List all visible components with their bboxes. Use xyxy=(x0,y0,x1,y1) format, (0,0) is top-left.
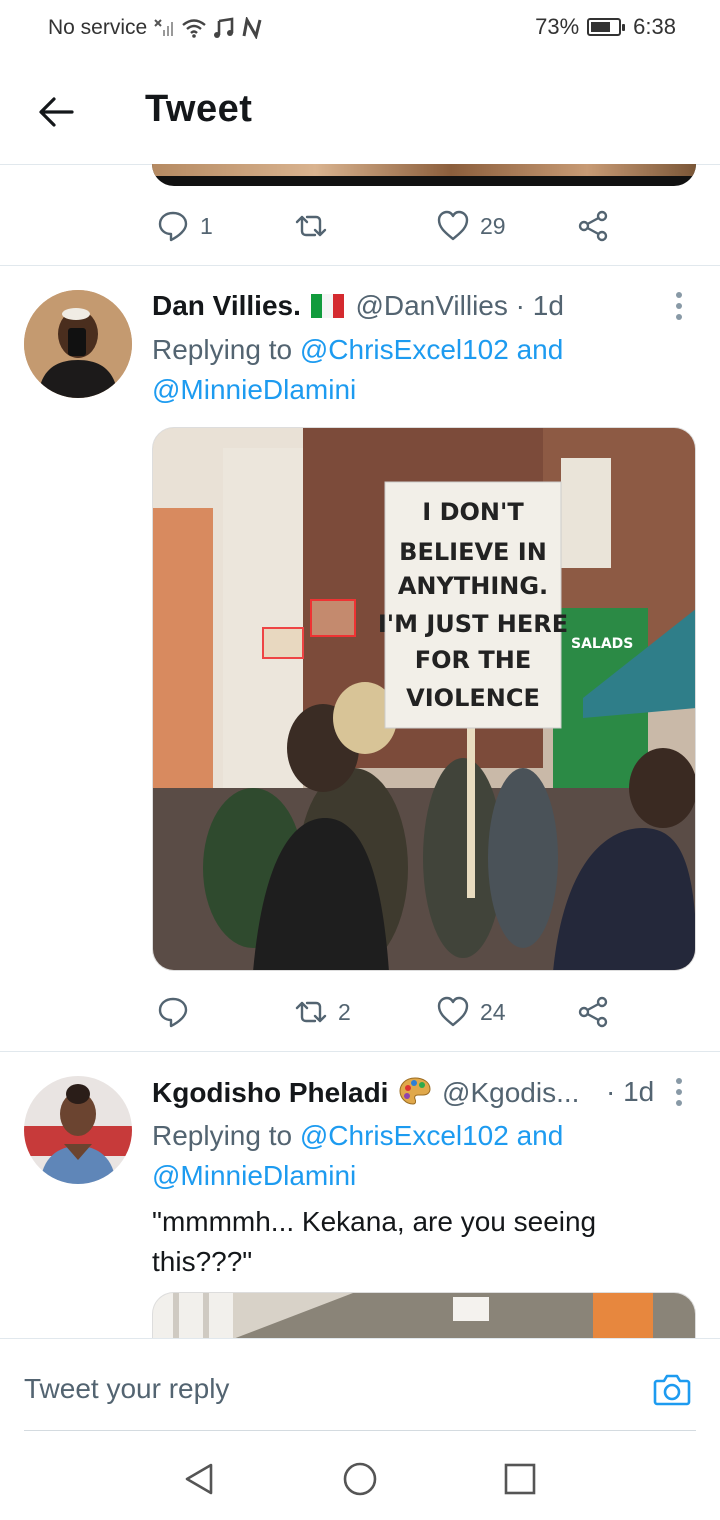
retweet-count: 2 xyxy=(338,998,351,1025)
storefront-text: SALADS xyxy=(571,636,633,652)
sign-line: FOR THE xyxy=(415,646,531,674)
retweet-button[interactable]: 2 xyxy=(294,992,351,1032)
more-options-icon[interactable] xyxy=(676,292,684,325)
replying-to-label: Replying to xyxy=(152,1120,293,1151)
previous-tweet-actions: 1 29 xyxy=(152,206,622,246)
avatar[interactable] xyxy=(24,290,132,398)
reply-button[interactable]: 1 xyxy=(156,206,213,246)
artist-palette-icon xyxy=(398,1076,432,1113)
and-label: and xyxy=(516,1120,564,1151)
avatar-photo xyxy=(24,1076,132,1184)
page-title: Tweet xyxy=(145,88,253,130)
like-count: 24 xyxy=(480,998,506,1025)
system-nav-bar xyxy=(0,1432,720,1520)
display-name[interactable]: Dan Villies. xyxy=(152,290,301,321)
replying-to: Replying to @ChrisExcel102 and @MinnieDl… xyxy=(152,1116,672,1196)
more-options-icon[interactable] xyxy=(676,1078,684,1111)
tweet-photo xyxy=(153,1293,695,1338)
mention-link[interactable]: @ChrisExcel102 xyxy=(300,334,509,365)
timestamp: · 1d xyxy=(606,1076,655,1107)
mention-link[interactable]: @ChrisExcel102 xyxy=(300,1120,509,1151)
share-button[interactable] xyxy=(576,992,610,1032)
and-label: and xyxy=(516,334,564,365)
like-button[interactable]: 24 xyxy=(436,992,506,1032)
protest-photo: I DON'T BELIEVE IN ANYTHING. I'M JUST HE… xyxy=(153,428,695,970)
mention-link[interactable]: @MinnieDlamini xyxy=(152,1160,356,1191)
tweet-image[interactable]: I DON'T BELIEVE IN ANYTHING. I'M JUST HE… xyxy=(152,427,696,971)
username[interactable]: @Kgodis... xyxy=(442,1077,579,1108)
italy-flag-icon xyxy=(310,293,344,325)
status-bar: No service 73% 6:38 xyxy=(0,0,720,56)
sign-line: ANYTHING. xyxy=(398,572,548,600)
home-nav-icon[interactable] xyxy=(343,1462,377,1496)
tweet-header: Dan Villies. @DanVillies · 1d xyxy=(152,290,564,325)
back-nav-icon[interactable] xyxy=(183,1462,217,1496)
share-button[interactable] xyxy=(576,206,610,246)
sign-line: BELIEVE IN xyxy=(399,538,547,566)
replying-to: Replying to @ChrisExcel102 and @MinnieDl… xyxy=(152,330,672,410)
nfc-icon xyxy=(242,17,262,39)
clock: 6:38 xyxy=(633,14,676,39)
tweet-actions: 2 24 xyxy=(152,992,622,1032)
avatar[interactable] xyxy=(24,1076,132,1184)
battery-percent: 73% xyxy=(535,14,580,39)
display-name[interactable]: Kgodisho Pheladi xyxy=(152,1077,388,1108)
tweet-image[interactable] xyxy=(152,1292,696,1338)
reply-input[interactable]: Tweet your reply xyxy=(24,1373,229,1405)
retweet-icon xyxy=(295,1001,327,1023)
username[interactable]: @DanVillies xyxy=(355,290,507,321)
timestamp: · 1d xyxy=(515,290,564,321)
replying-to-label: Replying to xyxy=(152,334,293,365)
reply-button[interactable] xyxy=(156,992,200,1032)
wifi-icon xyxy=(182,19,206,38)
sign-line: I DON'T xyxy=(422,498,524,526)
heart-icon xyxy=(437,996,469,1027)
avatar-photo xyxy=(24,290,132,398)
reply-icon xyxy=(158,997,188,1028)
camera-icon[interactable] xyxy=(652,1369,692,1409)
back-arrow-icon[interactable] xyxy=(36,92,76,132)
like-count: 29 xyxy=(480,212,506,239)
reply-count: 1 xyxy=(200,212,213,239)
heart-icon xyxy=(437,210,469,241)
divider xyxy=(0,1051,720,1052)
sign-line: VIOLENCE xyxy=(406,684,540,712)
retweet-icon xyxy=(295,215,327,237)
share-icon xyxy=(578,996,608,1028)
share-icon xyxy=(578,210,608,242)
tweet-header: Kgodisho Pheladi @Kgodis... xyxy=(152,1076,652,1113)
retweet-button[interactable] xyxy=(294,206,338,246)
sign-line: I'M JUST HERE xyxy=(378,610,568,638)
reply-icon xyxy=(158,211,188,242)
battery-icon xyxy=(587,18,626,36)
recents-nav-icon[interactable] xyxy=(503,1462,537,1496)
divider xyxy=(0,265,720,266)
reply-composer: Tweet your reply xyxy=(0,1338,720,1431)
mention-link[interactable]: @MinnieDlamini xyxy=(152,374,356,405)
previous-tweet-media[interactable] xyxy=(152,164,696,186)
like-button[interactable]: 29 xyxy=(436,206,506,246)
top-bar: Tweet xyxy=(0,56,720,165)
no-signal-icon xyxy=(154,19,174,36)
carrier-label: No service xyxy=(48,16,148,39)
tweet-text: "mmmmh... Kekana, are you seeing this???… xyxy=(152,1206,597,1277)
composer-underline xyxy=(24,1430,696,1431)
music-note-icon xyxy=(214,17,234,38)
